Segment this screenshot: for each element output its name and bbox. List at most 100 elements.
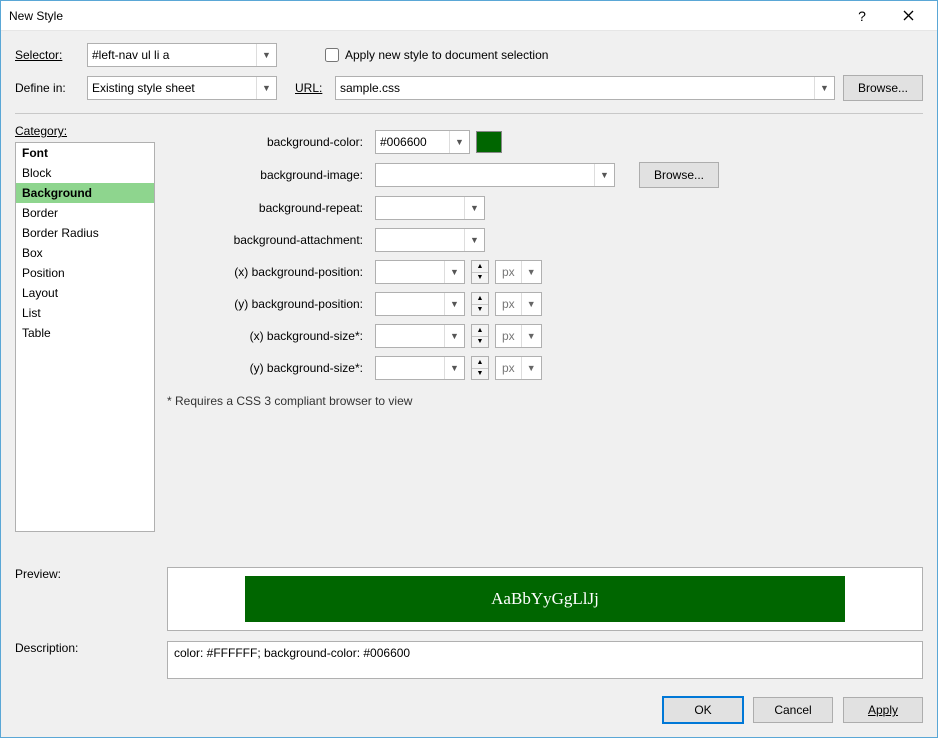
preview-box: AaBbYyGgLlJj — [167, 567, 923, 631]
url-browse-button[interactable]: Browse... — [843, 75, 923, 101]
bg-color-combobox[interactable]: ▼ — [375, 130, 470, 154]
selector-combobox[interactable]: ▼ — [87, 43, 277, 67]
description-label: Description: — [15, 641, 155, 679]
category-item-list[interactable]: List — [16, 303, 154, 323]
bg-size-y-unit[interactable]: px ▼ — [495, 356, 542, 380]
bg-image-input[interactable] — [376, 164, 594, 186]
bg-pos-x-label: (x) background-position: — [167, 265, 367, 279]
chevron-down-icon[interactable]: ▼ — [449, 131, 469, 153]
bg-size-y-combobox[interactable]: ▼ — [375, 356, 465, 380]
close-button[interactable] — [885, 1, 931, 31]
bg-pos-x-input[interactable] — [376, 261, 444, 283]
bg-pos-y-input[interactable] — [376, 293, 444, 315]
category-item-font[interactable]: Font — [16, 143, 154, 163]
spinner-down-icon[interactable]: ▼ — [472, 305, 488, 316]
chevron-down-icon[interactable]: ▼ — [814, 77, 834, 99]
category-item-background[interactable]: Background — [16, 183, 154, 203]
apply-button[interactable]: Apply — [843, 697, 923, 723]
bg-color-swatch[interactable] — [476, 131, 502, 153]
bg-repeat-combobox[interactable]: ▼ — [375, 196, 485, 220]
close-icon — [903, 10, 914, 21]
spinner-down-icon[interactable]: ▼ — [472, 273, 488, 284]
category-label: Category: — [15, 124, 155, 138]
chevron-down-icon[interactable]: ▼ — [256, 77, 276, 99]
bg-size-x-unit[interactable]: px ▼ — [495, 324, 542, 348]
selector-input[interactable] — [88, 44, 256, 66]
chevron-down-icon[interactable]: ▼ — [444, 293, 464, 315]
apply-to-selection-checkbox[interactable] — [325, 48, 339, 62]
bg-size-x-spinner[interactable]: ▲ ▼ — [471, 324, 489, 348]
bg-pos-y-unit[interactable]: px ▼ — [495, 292, 542, 316]
preview-sample: AaBbYyGgLlJj — [245, 576, 845, 622]
bg-size-y-input[interactable] — [376, 357, 444, 379]
spinner-down-icon[interactable]: ▼ — [472, 369, 488, 380]
unit-label: px — [496, 361, 521, 375]
window-title: New Style — [9, 9, 839, 23]
bg-size-y-label: (y) background-size*: — [167, 361, 367, 375]
chevron-down-icon[interactable]: ▼ — [521, 261, 541, 283]
help-button[interactable]: ? — [839, 1, 885, 31]
bg-color-input[interactable] — [376, 131, 449, 153]
bg-pos-x-spinner[interactable]: ▲ ▼ — [471, 260, 489, 284]
unit-label: px — [496, 297, 521, 311]
bg-image-browse-button[interactable]: Browse... — [639, 162, 719, 188]
description-text: color: #FFFFFF; background-color: #00660… — [174, 646, 410, 660]
category-item-position[interactable]: Position — [16, 263, 154, 283]
bg-attach-input[interactable] — [376, 229, 464, 251]
unit-label: px — [496, 265, 521, 279]
new-style-dialog: New Style ? Selector: ▼ Apply new style … — [0, 0, 938, 738]
url-combobox[interactable]: ▼ — [335, 76, 835, 100]
chevron-down-icon[interactable]: ▼ — [444, 357, 464, 379]
chevron-down-icon[interactable]: ▼ — [444, 261, 464, 283]
chevron-down-icon[interactable]: ▼ — [521, 357, 541, 379]
chevron-down-icon[interactable]: ▼ — [464, 197, 484, 219]
unit-label: px — [496, 329, 521, 343]
category-item-layout[interactable]: Layout — [16, 283, 154, 303]
spinner-down-icon[interactable]: ▼ — [472, 337, 488, 348]
spinner-up-icon[interactable]: ▲ — [472, 325, 488, 337]
category-item-border-radius[interactable]: Border Radius — [16, 223, 154, 243]
bg-size-x-label: (x) background-size*: — [167, 329, 367, 343]
css3-note: * Requires a CSS 3 compliant browser to … — [167, 394, 923, 408]
bg-attach-label: background-attachment: — [167, 233, 367, 247]
preview-label: Preview: — [15, 567, 155, 631]
bg-pos-y-label: (y) background-position: — [167, 297, 367, 311]
chevron-down-icon[interactable]: ▼ — [444, 325, 464, 347]
spinner-up-icon[interactable]: ▲ — [472, 293, 488, 305]
titlebar: New Style ? — [1, 1, 937, 31]
bg-repeat-input[interactable] — [376, 197, 464, 219]
bg-pos-y-combobox[interactable]: ▼ — [375, 292, 465, 316]
bg-pos-x-combobox[interactable]: ▼ — [375, 260, 465, 284]
bg-color-label: background-color: — [167, 135, 367, 149]
bg-pos-x-unit[interactable]: px ▼ — [495, 260, 542, 284]
define-in-input[interactable] — [88, 77, 256, 99]
bg-repeat-label: background-repeat: — [167, 201, 367, 215]
bg-pos-y-spinner[interactable]: ▲ ▼ — [471, 292, 489, 316]
bg-image-combobox[interactable]: ▼ — [375, 163, 615, 187]
chevron-down-icon[interactable]: ▼ — [521, 293, 541, 315]
category-item-box[interactable]: Box — [16, 243, 154, 263]
category-item-table[interactable]: Table — [16, 323, 154, 343]
url-label: URL: — [295, 81, 327, 95]
category-item-block[interactable]: Block — [16, 163, 154, 183]
ok-button[interactable]: OK — [663, 697, 743, 723]
define-in-label: Define in: — [15, 81, 79, 95]
spinner-up-icon[interactable]: ▲ — [472, 357, 488, 369]
category-item-border[interactable]: Border — [16, 203, 154, 223]
url-input[interactable] — [336, 77, 814, 99]
chevron-down-icon[interactable]: ▼ — [464, 229, 484, 251]
bg-size-x-input[interactable] — [376, 325, 444, 347]
apply-to-selection-label: Apply new style to document selection — [345, 48, 548, 62]
bg-attach-combobox[interactable]: ▼ — [375, 228, 485, 252]
description-box: color: #FFFFFF; background-color: #00660… — [167, 641, 923, 679]
category-listbox[interactable]: FontBlockBackgroundBorderBorder RadiusBo… — [15, 142, 155, 532]
bg-size-x-combobox[interactable]: ▼ — [375, 324, 465, 348]
bg-size-y-spinner[interactable]: ▲ ▼ — [471, 356, 489, 380]
spinner-up-icon[interactable]: ▲ — [472, 261, 488, 273]
preview-sample-text: AaBbYyGgLlJj — [491, 589, 599, 609]
define-in-combobox[interactable]: ▼ — [87, 76, 277, 100]
chevron-down-icon[interactable]: ▼ — [256, 44, 276, 66]
chevron-down-icon[interactable]: ▼ — [521, 325, 541, 347]
cancel-button[interactable]: Cancel — [753, 697, 833, 723]
chevron-down-icon[interactable]: ▼ — [594, 164, 614, 186]
